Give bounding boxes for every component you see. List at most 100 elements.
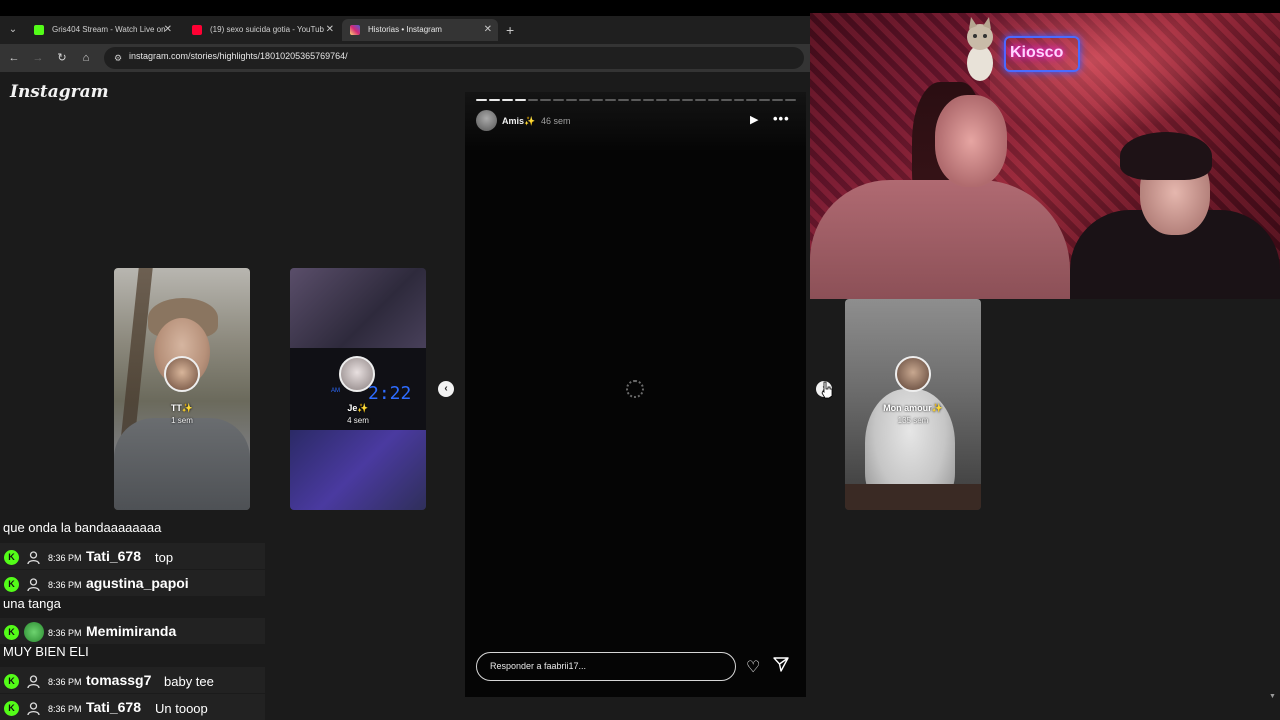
progress-segment [514,99,526,101]
viewer-username[interactable]: Amis✨ [502,116,535,127]
chat-message-text: una tanga [3,596,61,611]
progress-segment [566,99,577,101]
chat-username[interactable]: Tati_678 [86,548,141,564]
story-avatar-mon-amour [895,356,931,392]
progress-segment [591,99,603,101]
user-icon [26,701,41,716]
progress-segment [656,99,668,101]
chat-message-text: Un tooop [155,701,208,716]
previous-story-button[interactable]: ‹ [438,381,454,397]
cat-sticker-icon [967,17,993,81]
chat-message-text: que onda la bandaaaaaaaa [3,520,162,535]
person-left-body [810,180,1070,299]
chat-timestamp: 8:36 PM [48,677,82,687]
url-text[interactable]: instagram.com/stories/highlights/1801020… [129,51,348,61]
reload-icon[interactable]: ↻ [53,49,71,67]
youtube-favicon-icon [192,25,202,35]
progress-segment [527,99,539,101]
more-options-icon[interactable]: ••• [773,111,790,126]
kick-favicon-icon [34,25,44,35]
user-icon [26,577,41,592]
story-avatar-je [339,356,375,392]
like-heart-icon[interactable]: ♡ [746,657,760,677]
chat-username[interactable]: agustina_papoi [86,575,189,591]
story-name-tt: TT✨ [170,403,194,413]
progress-segment [553,99,565,101]
forward-arrow-icon[interactable]: → [29,49,47,67]
progress-segment [643,99,655,101]
viewer-timestamp: 46 sem [541,116,571,126]
chat-timestamp: 8:36 PM [48,553,82,563]
story-age-tt: 1 sem [171,416,193,425]
chat-timestamp: 8:36 PM [48,704,82,714]
tab-label: Historias • Instagram [368,25,442,34]
chat-username[interactable]: Tati_678 [86,699,141,715]
chat-timestamp: 8:36 PM [48,628,82,638]
tab-label: (19) sexo suicida gotia - YouTub [210,25,324,34]
photo-top [290,268,426,348]
viewer-avatar[interactable] [476,110,497,131]
tab-search-icon[interactable]: ⌄ [5,22,21,38]
play-icon[interactable]: ▶ [750,113,758,126]
red-light-glow [990,13,1240,133]
user-avatar [24,622,44,642]
progress-segment [579,99,590,101]
chat-message-text: top [155,550,174,565]
progress-segment [733,99,745,101]
progress-segment [707,99,719,101]
hand-cursor-icon [821,381,833,399]
send-icon[interactable] [773,656,789,672]
person-left-face [935,95,1007,187]
progress-segment [604,99,616,101]
floor [845,484,981,510]
kick-badge-icon: K [4,674,19,689]
instagram-favicon-icon [350,25,360,35]
progress-segment [630,99,642,101]
kick-badge-icon: K [4,701,19,716]
progress-segment [785,99,796,101]
screen: ⌄ Gris404 Stream - Watch Live on ✕ (19) … [0,0,1280,720]
neon-sign: Kiosco [1010,44,1064,61]
user-icon [26,674,41,689]
kick-badge-icon: K [4,577,19,592]
close-tab-icon[interactable]: ✕ [164,19,172,41]
story-age-je: 4 sem [347,416,369,425]
progress-segment [476,99,487,101]
loading-spinner-icon [626,380,644,398]
reply-placeholder: Responder a faabrii17... [490,661,587,671]
photo-bottom [290,430,426,510]
back-arrow-icon[interactable]: ← [5,49,23,67]
progress-segment [746,99,758,101]
site-info-icon[interactable]: ⚙ [112,52,124,64]
tab-kick-stream[interactable]: Gris404 Stream - Watch Live on ✕ [26,19,178,41]
hoodie [114,418,250,510]
progress-segment [488,99,500,101]
story-name-je: Je✨ [347,403,369,413]
tab-youtube[interactable]: (19) sexo suicida gotia - YouTub ✕ [184,19,340,41]
progress-segment [720,99,732,101]
tab-instagram[interactable]: Historias • Instagram ✕ [342,19,498,41]
story-avatar-tt [164,356,200,392]
kick-badge-icon: K [4,550,19,565]
close-tab-icon[interactable]: ✕ [484,19,492,41]
close-tab-icon[interactable]: ✕ [326,19,334,41]
user-icon [26,550,41,565]
scroll-down-arrow-icon[interactable]: ▼ [1269,693,1276,700]
new-tab-button[interactable]: + [506,20,514,40]
progress-segment [540,99,552,101]
clock-text: 2:22 [368,383,412,404]
instagram-logo[interactable]: Instagram [10,82,109,102]
tab-label: Gris404 Stream - Watch Live on [52,25,166,34]
chat-timestamp: 8:36 PM [48,580,82,590]
chat-message-text: MUY BIEN ELI [3,644,89,659]
home-icon[interactable]: ⌂ [77,49,95,67]
chat-username[interactable]: tomassg7 [86,672,151,688]
clock-ampm: AM [331,388,340,394]
story-progress-bar [476,99,796,101]
progress-segment [617,99,629,101]
progress-segment [682,99,693,101]
story-age-mon-amour: 135 sem [897,416,929,425]
progress-segment [669,99,680,101]
progress-segment [501,99,513,101]
chat-username[interactable]: Memimiranda [86,623,176,639]
